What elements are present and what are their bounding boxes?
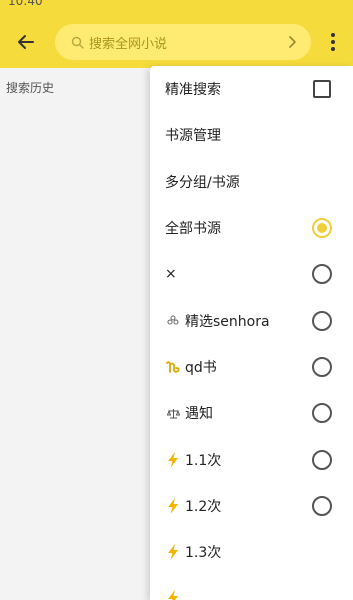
menu-item-1-3[interactable]: 1.3次 <box>150 529 353 575</box>
app-bar: 搜索全网小说 <box>0 16 353 68</box>
lightning-icon <box>165 544 181 560</box>
menu-item-label: 遇知 <box>185 406 213 422</box>
chevron-right-icon[interactable] <box>285 35 299 49</box>
menu-item-label: 书源管理 <box>165 128 221 144</box>
overflow-menu: 精准搜索 书源管理 多分组/书源 全部书源 × 精选senhora qd书 遇知… <box>150 66 353 600</box>
qd-radio[interactable] <box>312 357 332 377</box>
scales-icon <box>165 405 181 421</box>
flower-icon <box>165 313 181 329</box>
menu-item-label: qd书 <box>185 360 217 376</box>
menu-item-senhora[interactable]: 精选senhora <box>150 298 353 344</box>
menu-item-source-management[interactable]: 书源管理 <box>150 112 353 158</box>
menu-item-1-2[interactable]: 1.2次 <box>150 483 353 529</box>
precise-search-checkbox[interactable] <box>313 80 331 98</box>
menu-item-label: 精选senhora <box>185 314 270 330</box>
all-sources-radio[interactable] <box>312 218 332 238</box>
menu-item-label: 全部书源 <box>165 221 221 237</box>
lightning-icon <box>165 498 181 514</box>
yuzhi-radio[interactable] <box>312 403 332 423</box>
menu-item-label: 多分组/书源 <box>165 175 240 191</box>
menu-item-source-x[interactable]: × <box>150 251 353 297</box>
search-history-label: 搜索历史 <box>6 81 55 95</box>
capricorn-icon <box>165 359 181 375</box>
menu-item-1-1[interactable]: 1.1次 <box>150 437 353 483</box>
menu-item-all-sources[interactable]: 全部书源 <box>150 205 353 251</box>
lightning-icon <box>165 590 181 600</box>
search-input[interactable]: 搜索全网小说 <box>55 24 311 60</box>
arrow-left-icon <box>18 35 34 49</box>
menu-item-qd[interactable]: qd书 <box>150 344 353 390</box>
more-vertical-icon[interactable] <box>322 28 344 56</box>
menu-item-label: 1.1次 <box>185 453 222 469</box>
search-icon <box>69 34 85 50</box>
menu-item-label: 1.3次 <box>185 545 222 561</box>
1-2-radio[interactable] <box>312 496 332 516</box>
status-time: 10:40 <box>8 0 43 8</box>
menu-item-precise-search[interactable]: 精准搜索 <box>150 66 353 112</box>
menu-item-next[interactable] <box>150 575 353 600</box>
back-button[interactable] <box>12 28 40 56</box>
menu-item-label: × <box>165 266 177 282</box>
status-bar: 10:40 <box>0 0 353 16</box>
source-x-radio[interactable] <box>312 264 332 284</box>
1-1-radio[interactable] <box>312 450 332 470</box>
senhora-radio[interactable] <box>312 311 332 331</box>
search-placeholder: 搜索全网小说 <box>89 36 168 52</box>
menu-item-multi-group[interactable]: 多分组/书源 <box>150 159 353 205</box>
menu-item-label: 1.2次 <box>185 499 222 515</box>
lightning-icon <box>165 452 181 468</box>
menu-item-yuzhi[interactable]: 遇知 <box>150 390 353 436</box>
menu-item-label: 精准搜索 <box>165 82 221 98</box>
